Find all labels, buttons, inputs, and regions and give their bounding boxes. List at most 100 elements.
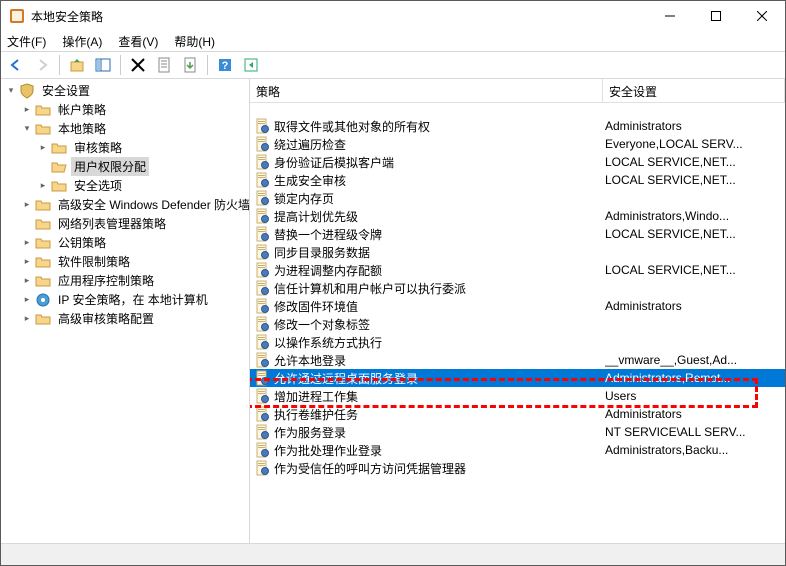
expand-icon[interactable] <box>37 161 49 173</box>
policy-name: 执行卷维护任务 <box>274 406 605 423</box>
folder-icon <box>35 102 51 118</box>
menu-action[interactable]: 操作(A) <box>62 33 102 50</box>
back-button[interactable] <box>5 54 27 76</box>
expand-icon[interactable]: ▸ <box>21 294 33 306</box>
policy-row[interactable]: 信任计算机和用户帐户可以执行委派 <box>250 279 785 297</box>
policy-icon <box>254 352 270 368</box>
menu-file[interactable]: 文件(F) <box>7 33 46 50</box>
tree-label: 高级安全 Windows Defender 防火墙 <box>55 195 250 214</box>
tree-node[interactable]: ▸帐户策略 <box>1 100 249 119</box>
policy-row[interactable]: 为进程调整内存配额LOCAL SERVICE,NET... <box>250 261 785 279</box>
policy-row[interactable]: 身份验证后模拟客户端LOCAL SERVICE,NET... <box>250 153 785 171</box>
menu-view[interactable]: 查看(V) <box>118 33 158 50</box>
expand-icon[interactable]: ▸ <box>37 142 49 154</box>
column-policy[interactable]: 策略 <box>250 79 603 102</box>
properties-button[interactable] <box>153 54 175 76</box>
export-button[interactable] <box>179 54 201 76</box>
policy-row[interactable]: 生成安全审核LOCAL SERVICE,NET... <box>250 171 785 189</box>
policy-icon <box>254 316 270 332</box>
policy-setting: Administrators,Windo... <box>605 209 785 223</box>
policy-row[interactable]: 作为批处理作业登录Administrators,Backu... <box>250 441 785 459</box>
maximize-button[interactable] <box>693 1 739 31</box>
svg-text:?: ? <box>222 60 229 72</box>
policy-icon <box>254 226 270 242</box>
folder-icon <box>35 254 51 270</box>
window-title: 本地安全策略 <box>31 8 647 25</box>
tree-node[interactable]: 用户权限分配 <box>1 157 249 176</box>
policy-row[interactable]: 提高计划优先级Administrators,Windo... <box>250 207 785 225</box>
policy-row[interactable]: 执行卷维护任务Administrators <box>250 405 785 423</box>
policy-row[interactable]: 允许本地登录__vmware__,Guest,Ad... <box>250 351 785 369</box>
tree-label: 公钥策略 <box>55 233 109 252</box>
statusbar <box>1 543 785 565</box>
folder-open-icon <box>51 159 67 175</box>
toolbar: ? <box>1 51 785 79</box>
tree-node[interactable]: ▸ 公钥策略 <box>1 233 249 252</box>
tree-label: 应用程序控制策略 <box>55 271 157 290</box>
close-button[interactable] <box>739 1 785 31</box>
tree-node[interactable]: ▸ 审核策略 <box>1 138 249 157</box>
expand-icon[interactable]: ▸ <box>21 313 33 325</box>
policy-row[interactable]: 增加进程工作集Users <box>250 387 785 405</box>
policy-row[interactable]: 以操作系统方式执行 <box>250 333 785 351</box>
expand-icon[interactable]: ▸ <box>21 104 33 116</box>
column-setting[interactable]: 安全设置 <box>603 79 785 102</box>
policy-row[interactable]: 允许通过远程桌面服务登录Administrators,Remot... <box>250 369 785 387</box>
policy-icon <box>254 154 270 170</box>
policy-icon <box>254 262 270 278</box>
minimize-button[interactable] <box>647 1 693 31</box>
delete-button[interactable] <box>127 54 149 76</box>
policy-icon <box>254 172 270 188</box>
expand-icon[interactable] <box>21 218 33 230</box>
tree-node[interactable]: ▸高级审核策略配置 <box>1 309 249 328</box>
policy-name: 作为服务登录 <box>274 424 605 441</box>
policy-icon <box>254 442 270 458</box>
tree-label: 审核策略 <box>71 138 125 157</box>
tree-node[interactable]: ▸ 应用程序控制策略 <box>1 271 249 290</box>
tree-node[interactable]: ▸ 软件限制策略 <box>1 252 249 271</box>
policy-setting: LOCAL SERVICE,NET... <box>605 155 785 169</box>
policy-setting: Administrators,Backu... <box>605 443 785 457</box>
tree-node[interactable]: ▸IP 安全策略，在 本地计算机 <box>1 290 249 309</box>
help-button[interactable]: ? <box>214 54 236 76</box>
forward-button[interactable] <box>31 54 53 76</box>
policy-icon <box>254 406 270 422</box>
tree-node[interactable]: ▸安全选项 <box>1 176 249 195</box>
titlebar: 本地安全策略 <box>1 1 785 31</box>
shield-icon <box>19 83 35 99</box>
expand-icon[interactable]: ▸ <box>21 275 33 287</box>
up-button[interactable] <box>66 54 88 76</box>
menubar: 文件(F) 操作(A) 查看(V) 帮助(H) <box>1 31 785 51</box>
policy-row[interactable]: 锁定内存页 <box>250 189 785 207</box>
policy-row[interactable]: 取得文件或其他对象的所有权Administrators <box>250 117 785 135</box>
policy-row[interactable]: 修改固件环境值Administrators <box>250 297 785 315</box>
tree-node[interactable]: 网络列表管理器策略 <box>1 214 249 233</box>
policy-row[interactable]: 修改一个对象标签 <box>250 315 785 333</box>
refresh-button[interactable] <box>240 54 262 76</box>
policy-row[interactable]: 作为受信任的呼叫方访问凭据管理器 <box>250 459 785 477</box>
tree-node[interactable]: ▸ 高级安全 Windows Defender 防火墙 <box>1 195 249 214</box>
tree-label: 软件限制策略 <box>55 252 133 271</box>
expand-icon[interactable]: ▾ <box>21 123 33 135</box>
tree-label: 本地策略 <box>55 119 109 138</box>
tree-node[interactable]: ▾ 本地策略 <box>1 119 249 138</box>
policy-row[interactable]: 同步目录服务数据 <box>250 243 785 261</box>
expand-icon[interactable]: ▸ <box>21 199 33 211</box>
expand-icon[interactable]: ▸ <box>37 180 49 192</box>
expand-icon[interactable]: ▸ <box>21 237 33 249</box>
show-hide-tree-button[interactable] <box>92 54 114 76</box>
policy-setting: __vmware__,Guest,Ad... <box>605 353 785 367</box>
tree-pane[interactable]: ▾安全设置▸帐户策略▾本地策略▸审核策略用户权限分配▸安全选项▸高级安全 Win… <box>1 79 250 543</box>
list-body[interactable]: 取得文件或其他对象的所有权Administrators绕过遍历检查Everyon… <box>250 103 785 543</box>
folder-icon <box>35 273 51 289</box>
main-window: 本地安全策略 文件(F) 操作(A) 查看(V) 帮助(H) ? ▾安全设置▸帐… <box>0 0 786 566</box>
policy-icon <box>254 298 270 314</box>
policy-name: 作为受信任的呼叫方访问凭据管理器 <box>274 460 605 477</box>
policy-row[interactable]: 作为服务登录NT SERVICE\ALL SERV... <box>250 423 785 441</box>
policy-row[interactable]: 替换一个进程级令牌LOCAL SERVICE,NET... <box>250 225 785 243</box>
expand-icon[interactable]: ▾ <box>5 85 17 97</box>
expand-icon[interactable]: ▸ <box>21 256 33 268</box>
tree-node[interactable]: ▾安全设置 <box>1 81 249 100</box>
menu-help[interactable]: 帮助(H) <box>174 33 215 50</box>
policy-row[interactable]: 绕过遍历检查Everyone,LOCAL SERV... <box>250 135 785 153</box>
